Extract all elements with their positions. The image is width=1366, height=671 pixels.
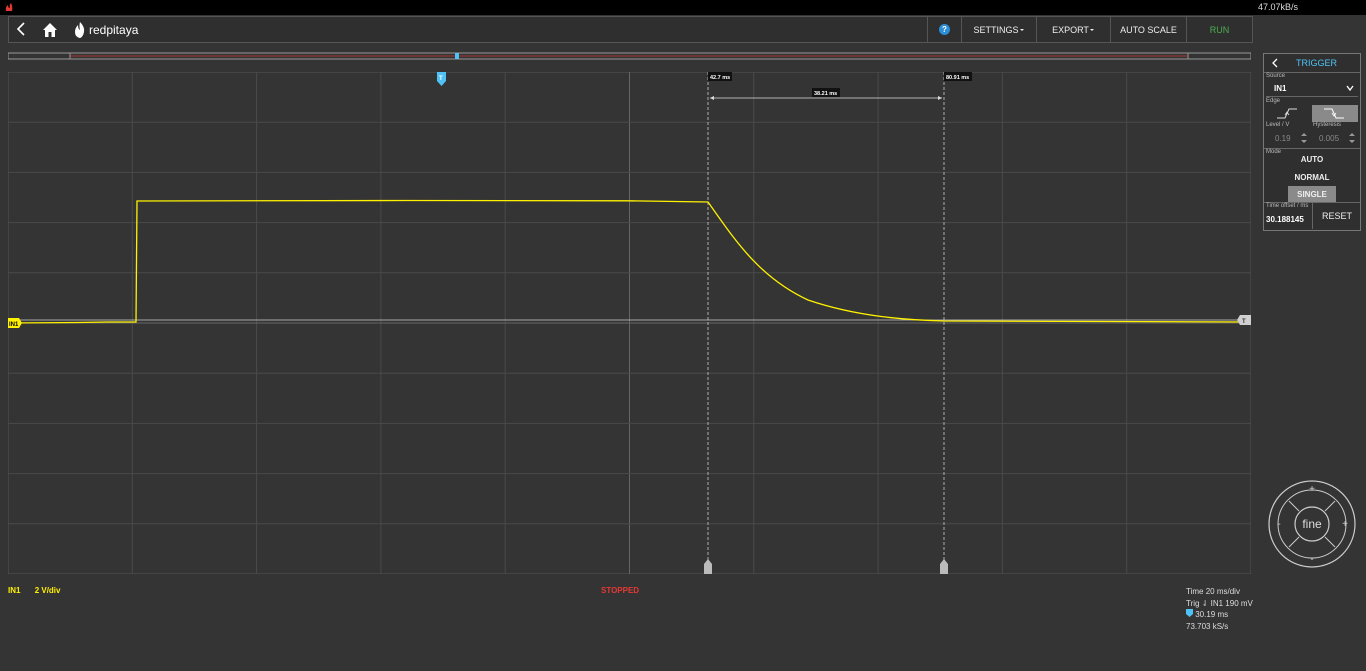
svg-text:T: T bbox=[439, 76, 443, 82]
reset-button[interactable]: RESET bbox=[1312, 202, 1361, 229]
export-label: EXPORT bbox=[1052, 24, 1089, 35]
fine-label[interactable]: fine bbox=[1302, 517, 1322, 531]
trigger-title: TRIGGER bbox=[1296, 58, 1338, 68]
channel-status: IN1 2 V/div bbox=[8, 586, 72, 595]
redpitaya-logo[interactable]: redpitaya bbox=[73, 19, 138, 41]
svg-text:80.91 ms: 80.91 ms bbox=[946, 75, 969, 81]
source-label: Source bbox=[1266, 73, 1286, 79]
back-icon[interactable] bbox=[13, 20, 31, 38]
cursor-delta-label: 38.21 ms bbox=[812, 88, 840, 97]
acquisition-state: STOPPED bbox=[601, 586, 640, 595]
trigger-panel: TRIGGER Source IN1 Edge Level / V Hyster… bbox=[1263, 53, 1361, 231]
mode-label: Mode bbox=[1266, 149, 1282, 155]
spinner-arrows-icon[interactable] bbox=[1349, 132, 1355, 144]
edge-label: Edge bbox=[1266, 98, 1281, 104]
time-offset-label: Time offset / ms bbox=[1266, 203, 1309, 209]
in1-marker[interactable]: IN1 bbox=[8, 318, 22, 328]
nav-buttons: ? SETTINGS EXPORT AUTO SCALE RUN bbox=[927, 17, 1252, 42]
auto-scale-button[interactable]: AUTO SCALE bbox=[1110, 17, 1186, 42]
source-select[interactable]: IN1 bbox=[1266, 81, 1358, 97]
wheel-down-minus[interactable]: - bbox=[1310, 554, 1313, 565]
acquisition-info: Time 20 ms/div Trig ⇃ IN1 190 mV 30.19 m… bbox=[1186, 586, 1253, 632]
help-button[interactable]: ? bbox=[927, 17, 961, 42]
mode-single-button[interactable]: SINGLE bbox=[1288, 186, 1336, 202]
time-div: Time 20 ms/div bbox=[1186, 587, 1240, 596]
settings-label: SETTINGS bbox=[973, 24, 1019, 35]
hysteresis-input[interactable]: 0.005 bbox=[1313, 128, 1359, 148]
svg-text:T: T bbox=[1242, 319, 1246, 325]
help-icon: ? bbox=[939, 24, 950, 35]
hysteresis-value: 0.005 bbox=[1319, 134, 1340, 143]
time-offset-info: 30.19 ms bbox=[1186, 609, 1253, 621]
wheel-up-plus[interactable]: + bbox=[1309, 484, 1315, 495]
trigger-info: Trig ⇃ IN1 190 mV bbox=[1186, 598, 1253, 608]
export-button[interactable]: EXPORT bbox=[1036, 17, 1110, 42]
system-bar: 47.07kB/s bbox=[0, 0, 1366, 15]
caret-down-icon bbox=[1019, 28, 1024, 31]
rising-edge-icon[interactable] bbox=[1265, 105, 1311, 122]
main-navbar: redpitaya ? SETTINGS EXPORT AUTO SCALE R… bbox=[8, 16, 1253, 43]
level-value: 0.19 bbox=[1275, 134, 1291, 143]
fine-control-wheel[interactable]: fine + + - - bbox=[1267, 479, 1357, 569]
channel-name: IN1 bbox=[8, 586, 21, 595]
timeline-handle[interactable] bbox=[455, 53, 459, 59]
channel-scale: 2 V/div bbox=[34, 586, 61, 595]
level-input[interactable]: 0.19 bbox=[1265, 128, 1311, 148]
source-value: IN1 bbox=[1274, 84, 1287, 93]
time-offset-input[interactable]: 30.188145 bbox=[1266, 215, 1304, 224]
wheel-right-plus[interactable]: + bbox=[1342, 519, 1348, 530]
oscilloscope-plot[interactable]: IN1 T T 42.7 ms 80.91 ms 38.21 ms bbox=[8, 72, 1251, 574]
spinner-arrows-icon[interactable] bbox=[1301, 132, 1307, 144]
svg-text:IN1: IN1 bbox=[9, 322, 19, 328]
logo-text: redpitaya bbox=[89, 23, 139, 37]
caret-down-icon bbox=[1089, 28, 1094, 31]
svg-text:42.7 ms: 42.7 ms bbox=[710, 75, 730, 81]
run-button[interactable]: RUN bbox=[1186, 17, 1252, 42]
time-offset-text: 30.19 ms bbox=[1195, 610, 1229, 619]
app-icon bbox=[5, 3, 13, 11]
cursor-2-label: 80.91 ms bbox=[944, 72, 972, 81]
chevron-down-icon bbox=[1346, 85, 1354, 92]
svg-text:38.21 ms: 38.21 ms bbox=[814, 91, 837, 97]
network-rate: 47.07kB/s bbox=[1257, 2, 1298, 12]
cursor-1-label: 42.7 ms bbox=[708, 72, 732, 81]
wheel-left-minus[interactable]: - bbox=[1277, 519, 1280, 530]
buffer-timeline[interactable] bbox=[8, 52, 1251, 60]
logo-flame-icon bbox=[75, 22, 85, 38]
trigger-panel-header: TRIGGER bbox=[1264, 54, 1360, 73]
sample-rate: 73.703 kS/s bbox=[1186, 621, 1229, 631]
home-icon[interactable] bbox=[41, 21, 59, 39]
settings-button[interactable]: SETTINGS bbox=[961, 17, 1036, 42]
mode-normal-button[interactable]: NORMAL bbox=[1288, 169, 1336, 185]
back-icon[interactable] bbox=[1270, 58, 1280, 68]
falling-edge-icon[interactable] bbox=[1312, 105, 1358, 122]
trigger-time-icon bbox=[1186, 609, 1193, 617]
mode-auto-button[interactable]: AUTO bbox=[1288, 151, 1336, 167]
